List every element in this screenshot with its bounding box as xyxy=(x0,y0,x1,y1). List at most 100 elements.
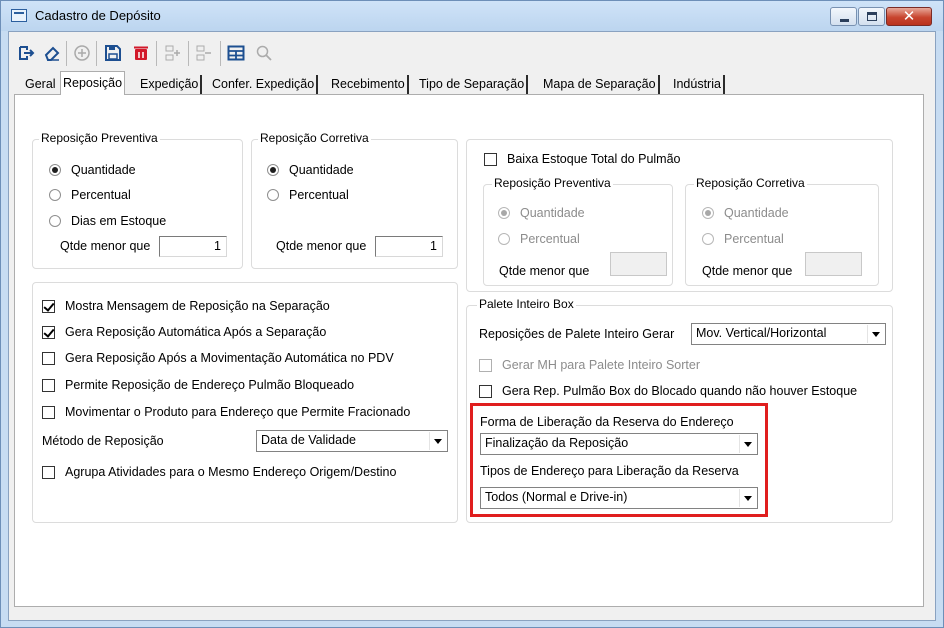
checkbox-agrupa-atividades[interactable]: Agrupa Atividades para o Mesmo Endereço … xyxy=(42,465,396,479)
tab-tipo-de-separacao[interactable]: Tipo de Separação xyxy=(417,75,529,95)
checkbox-baixa-estoque[interactable]: Baixa Estoque Total do Pulmão xyxy=(484,152,681,166)
eraser-icon xyxy=(44,46,60,61)
search-button[interactable] xyxy=(252,41,276,65)
corretiva-qtde-input[interactable]: 1 xyxy=(375,236,443,257)
tab-confer-expedicao[interactable]: Confer. Expedição xyxy=(210,75,319,95)
checkbox-mostra-mensagem[interactable]: Mostra Mensagem de Reposição na Separaçã… xyxy=(42,299,330,313)
radio-label: Quantidade xyxy=(724,206,789,220)
checkbox-gerar-mh-sorter[interactable]: Gerar MH para Palete Inteiro Sorter xyxy=(479,358,700,372)
clear-button[interactable] xyxy=(40,41,64,65)
radio-preventiva-percentual[interactable]: Percentual xyxy=(49,188,131,202)
minimize-icon xyxy=(840,19,849,22)
radio-corretiva-quantidade[interactable]: Quantidade xyxy=(267,163,354,177)
delete-icon xyxy=(134,46,148,60)
qtde-label: Qtde menor que xyxy=(276,239,367,253)
checkbox[interactable] xyxy=(479,384,492,398)
checkbox-label: Gera Rep. Pulmão Box do Blocado quando n… xyxy=(502,384,858,398)
checkbox-gera-reposicao-automatica[interactable]: Gera Reposição Automática Após a Separaç… xyxy=(42,325,326,339)
checkbox[interactable] xyxy=(42,378,55,392)
add-item-button[interactable] xyxy=(161,41,185,65)
checkbox-label: Mostra Mensagem de Reposição na Separaçã… xyxy=(65,299,330,313)
chevron-down-icon[interactable] xyxy=(867,325,884,343)
chevron-down-icon[interactable] xyxy=(429,432,446,450)
radio-button[interactable] xyxy=(267,189,279,201)
group-title: Reposição Corretiva xyxy=(258,131,371,145)
checkbox[interactable] xyxy=(42,325,55,339)
select-value: Mov. Vertical/Horizontal xyxy=(696,326,827,340)
checkbox-label: Baixa Estoque Total do Pulmão xyxy=(507,152,681,166)
add-item-icon xyxy=(165,45,180,61)
minimize-button[interactable] xyxy=(830,7,857,26)
checkbox-gera-rep-pulmao-box[interactable]: Gera Rep. Pulmão Box do Blocado quando n… xyxy=(479,384,857,398)
tab-industria[interactable]: Indústria xyxy=(671,75,725,95)
group-title: Reposição Preventiva xyxy=(39,131,160,145)
close-button[interactable]: ✕ xyxy=(886,7,932,26)
radio-label: Percentual xyxy=(724,232,784,246)
checkbox-gera-reposicao-pdv[interactable]: Gera Reposição Após a Movimentação Autom… xyxy=(42,351,394,365)
search-icon xyxy=(256,45,272,61)
qtde-label: Qtde menor que xyxy=(499,264,590,278)
tab-expedicao[interactable]: Expedição xyxy=(138,75,203,95)
preventiva-qtde-input[interactable]: 1 xyxy=(159,236,227,257)
radio-button[interactable] xyxy=(702,233,714,245)
checkbox[interactable] xyxy=(42,405,55,419)
checkbox[interactable] xyxy=(484,152,497,166)
save-button[interactable] xyxy=(101,41,125,65)
radio-button[interactable] xyxy=(49,215,61,227)
radio-baixa-preventiva-quantidade[interactable]: Quantidade xyxy=(498,206,585,220)
tab-reposicao[interactable]: Reposição xyxy=(60,71,126,95)
reposicoes-palete-label: Reposições de Palete Inteiro Gerar xyxy=(479,327,675,341)
toolbar-separator xyxy=(188,41,189,66)
grid-button[interactable] xyxy=(224,41,248,65)
maximize-button[interactable] xyxy=(858,7,885,26)
checkbox[interactable] xyxy=(42,351,55,365)
qtde-label: Qtde menor que xyxy=(702,264,793,278)
radio-corretiva-percentual[interactable]: Percentual xyxy=(267,188,349,202)
tab-geral[interactable]: Geral xyxy=(23,75,58,95)
title-bar[interactable]: Cadastro de Depósito ✕ xyxy=(1,1,943,31)
radio-button[interactable] xyxy=(49,164,61,176)
checkbox[interactable] xyxy=(42,465,55,479)
radio-button[interactable] xyxy=(498,207,510,219)
window-app-icon xyxy=(11,9,27,22)
toolbar-separator xyxy=(96,41,97,66)
tab-mapa-de-separacao[interactable]: Mapa de Separação xyxy=(541,75,660,95)
radio-button[interactable] xyxy=(267,164,279,176)
radio-preventiva-quantidade[interactable]: Quantidade xyxy=(49,163,136,177)
radio-baixa-corretiva-quantidade[interactable]: Quantidade xyxy=(702,206,789,220)
radio-baixa-preventiva-percentual[interactable]: Percentual xyxy=(498,232,580,246)
checkbox[interactable] xyxy=(42,299,55,313)
checkbox-label: Agrupa Atividades para o Mesmo Endereço … xyxy=(65,465,397,479)
radio-baixa-corretiva-percentual[interactable]: Percentual xyxy=(702,232,784,246)
radio-button[interactable] xyxy=(498,233,510,245)
tab-recebimento[interactable]: Recebimento xyxy=(329,75,409,95)
toolbar-separator xyxy=(220,41,221,66)
remove-item-button[interactable] xyxy=(192,41,216,65)
group-opcoes-reposicao xyxy=(32,282,458,523)
remove-item-icon xyxy=(196,45,211,61)
metodo-reposicao-select[interactable]: Data de Validade xyxy=(256,430,448,452)
radio-preventiva-dias-em-estoque[interactable]: Dias em Estoque xyxy=(49,214,166,228)
maximize-icon xyxy=(867,12,877,21)
reposicoes-palete-select[interactable]: Mov. Vertical/Horizontal xyxy=(691,323,886,345)
radio-button[interactable] xyxy=(49,189,61,201)
close-icon: ✕ xyxy=(902,7,916,25)
radio-label: Quantidade xyxy=(71,163,136,177)
highlight-annotation-box xyxy=(470,403,768,517)
checkbox-label: Gera Reposição Automática Após a Separaç… xyxy=(65,325,327,339)
exit-button[interactable] xyxy=(15,41,39,65)
checkbox-label: Movimentar o Produto para Endereço que P… xyxy=(65,405,411,419)
checkbox-permite-reposicao-bloqueado[interactable]: Permite Reposição de Endereço Pulmão Blo… xyxy=(42,378,354,392)
radio-label: Percentual xyxy=(71,188,131,202)
checkbox-movimentar-fracionado[interactable]: Movimentar o Produto para Endereço que P… xyxy=(42,405,410,419)
add-button[interactable] xyxy=(70,41,94,65)
group-title: Reposição Preventiva xyxy=(492,176,613,190)
toolbar-separator xyxy=(66,41,67,66)
baixa-preventiva-qtde-input[interactable] xyxy=(610,252,667,276)
radio-button[interactable] xyxy=(702,207,714,219)
toolbar xyxy=(12,35,932,69)
checkbox[interactable] xyxy=(479,358,492,372)
baixa-corretiva-qtde-input[interactable] xyxy=(805,252,862,276)
qtde-label: Qtde menor que xyxy=(60,239,151,253)
delete-button[interactable] xyxy=(129,41,153,65)
